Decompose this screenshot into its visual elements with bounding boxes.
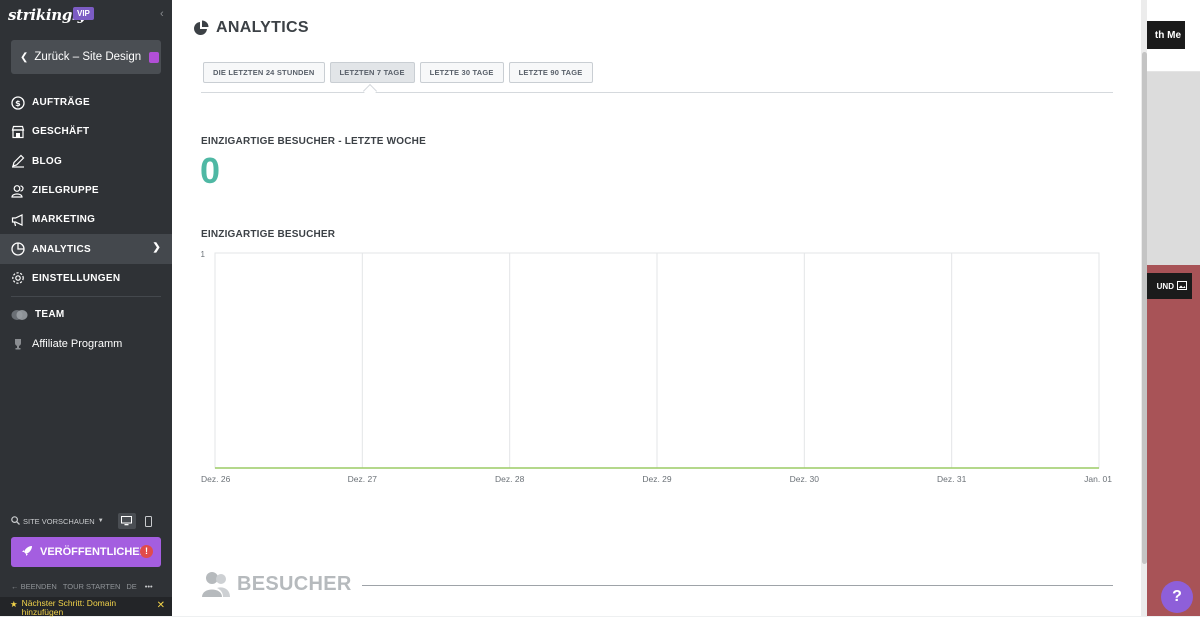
help-button[interactable]: ?	[1161, 581, 1193, 613]
active-tab-indicator	[362, 83, 378, 99]
background-image-button[interactable]: UND	[1147, 273, 1192, 299]
chart-x-tick-label: Dez. 31	[937, 474, 967, 484]
chevron-right-icon: ❯	[152, 242, 161, 254]
tab-last-7-days[interactable]: LETZTEN 7 TAGE	[329, 62, 415, 83]
chart-x-tick-label: Dez. 28	[495, 474, 525, 484]
panel-scrollbar[interactable]	[1141, 0, 1147, 616]
chart-x-tick-label: Jan. 01	[1084, 474, 1112, 484]
users-icon	[11, 184, 25, 198]
next-step-banner[interactable]: ★ Nächster Schritt: Domain hinzufügen ✕	[0, 597, 172, 617]
desktop-preview-button[interactable]	[117, 513, 136, 529]
chart-x-tick-label: Dez. 29	[642, 474, 672, 484]
visitors-section-header: BESUCHER	[201, 570, 1113, 598]
sidebar-item-label: AUFTRÄGE	[32, 97, 90, 109]
star-icon: ★	[10, 599, 18, 609]
chart-title: EINZIGARTIGE BESUCHER	[201, 229, 336, 240]
chart-x-tick-label: Dez. 30	[790, 474, 820, 484]
publish-label: VERÖFFENTLICHEN	[40, 546, 148, 558]
close-icon[interactable]: ✕	[157, 600, 165, 611]
gear-icon	[11, 271, 25, 285]
sidebar-divider	[11, 296, 161, 298]
sidebar-item-geschaeft[interactable]: GESCHÄFT	[0, 117, 172, 146]
store-icon	[11, 125, 25, 139]
tab-last-24-hours[interactable]: DIE LETZTEN 24 STUNDEN	[203, 62, 325, 83]
sidebar-item-marketing[interactable]: MARKETING	[0, 205, 172, 234]
sidebar-item-label: GESCHÄFT	[32, 126, 90, 138]
pen-icon	[11, 154, 25, 168]
dollar-icon: $	[11, 95, 25, 110]
chart-x-tick-label: Dez. 27	[348, 474, 378, 484]
caret-down-icon: ▼	[97, 518, 104, 524]
analytics-panel: ANALYTICS DIE LETZTEN 24 STUNDEN LETZTEN…	[172, 0, 1147, 616]
background-site: th Me UND	[1147, 0, 1200, 616]
sidebar-item-zielgruppe[interactable]: ZIELGRUPPE	[0, 176, 172, 205]
site-preview-dropdown[interactable]: SITE VORSCHAUEN	[23, 517, 95, 526]
sidebar-nav: $ AUFTRÄGE GESCHÄFT BLOG ZIELGRUPPE MARK…	[0, 88, 172, 359]
unique-visitors-chart: 1 Dez. 26 Dez. 27 Dez. 28 Dez. 29 Dez. 30 Dez.…	[201, 250, 1113, 484]
sidebar-item-analytics[interactable]: ANALYTICS ❯	[0, 234, 172, 264]
sidebar-item-label: MARKETING	[32, 214, 96, 226]
pie-chart-icon	[193, 20, 209, 36]
background-cta-button[interactable]: th Me	[1147, 21, 1185, 49]
page-title-text: ANALYTICS	[216, 19, 309, 36]
sidebar: strikingly VIP ‹ ❮ Zurück – Site Design …	[0, 0, 172, 617]
sidebar-item-einstellungen[interactable]: EINSTELLUNGEN	[0, 264, 172, 293]
site-design-icon	[149, 51, 160, 63]
next-step-label: Nächster Schritt: Domain hinzufügen	[21, 598, 117, 617]
desktop-icon	[121, 516, 133, 526]
publish-button[interactable]: VERÖFFENTLICHEN !	[11, 537, 161, 567]
rocket-icon	[21, 545, 33, 560]
tab-last-30-days[interactable]: LETZTE 30 TAGE	[419, 62, 504, 83]
publish-alert-badge: !	[140, 545, 153, 558]
background-hero	[1147, 72, 1200, 265]
scrollbar-thumb[interactable]	[1142, 52, 1147, 564]
section-divider	[361, 584, 1113, 586]
background-image-button-label: UND	[1156, 281, 1174, 291]
tab-last-90-days[interactable]: LETZTE 90 TAGE	[508, 62, 593, 83]
quit-label: BEENDEN	[20, 582, 57, 591]
megaphone-icon	[11, 213, 25, 227]
tabs-divider	[201, 92, 1113, 93]
unique-visitors-week-label: EINZIGARTIGE BESUCHER - LETZTE WOCHE	[201, 136, 426, 147]
mobile-icon	[145, 515, 153, 527]
page-title: ANALYTICS	[193, 19, 309, 37]
sidebar-item-label: TEAM	[35, 309, 65, 321]
arrow-left-icon: ←	[11, 582, 19, 591]
team-icon	[11, 308, 28, 322]
language-button[interactable]: DE	[126, 582, 136, 591]
visitors-section-title: BESUCHER	[237, 572, 352, 595]
time-range-tabs: DIE LETZTEN 24 STUNDEN LETZTEN 7 TAGE LE…	[203, 62, 593, 83]
site-preview-row: SITE VORSCHAUEN ▼	[11, 512, 161, 530]
sidebar-item-label: ANALYTICS	[32, 243, 92, 255]
search-icon	[11, 515, 20, 527]
back-button-label: Zurück – Site Design	[34, 51, 142, 63]
background-section	[1147, 265, 1200, 616]
back-to-site-design-button[interactable]: ❮ Zurück – Site Design	[11, 40, 161, 74]
sidebar-item-label: BLOG	[32, 155, 63, 167]
more-options-icon[interactable]: •••	[145, 582, 153, 591]
unique-visitors-week-value: 0	[200, 150, 221, 191]
sidebar-item-team[interactable]: TEAM	[0, 300, 172, 329]
sidebar-item-auftraege[interactable]: $ AUFTRÄGE	[0, 88, 172, 117]
chart-y-tick-label: 1	[201, 250, 206, 259]
sidebar-item-label: ZIELGRUPPE	[32, 185, 99, 197]
users-icon	[201, 570, 231, 598]
vip-badge: VIP	[73, 7, 94, 20]
start-tour-button[interactable]: TOUR STARTEN	[63, 582, 121, 591]
chevron-left-icon: ❮	[20, 51, 29, 63]
pie-chart-icon	[11, 242, 25, 256]
svg-text:$: $	[15, 99, 21, 108]
chart-x-tick-label: Dez. 26	[201, 474, 231, 484]
sidebar-item-affiliate[interactable]: Affiliate Programm	[0, 329, 172, 358]
sidebar-item-label: Affiliate Programm	[32, 338, 123, 351]
sidebar-item-blog[interactable]: BLOG	[0, 147, 172, 176]
mobile-preview-button[interactable]	[140, 513, 158, 529]
quit-button[interactable]: ← BEENDEN	[11, 582, 57, 591]
sidebar-item-label: EINSTELLUNGEN	[32, 272, 121, 284]
trophy-icon	[11, 337, 25, 351]
collapse-sidebar-icon[interactable]: ‹	[160, 8, 164, 20]
sidebar-footer: ← BEENDEN TOUR STARTEN DE •••	[11, 582, 161, 591]
image-icon	[1177, 280, 1187, 292]
